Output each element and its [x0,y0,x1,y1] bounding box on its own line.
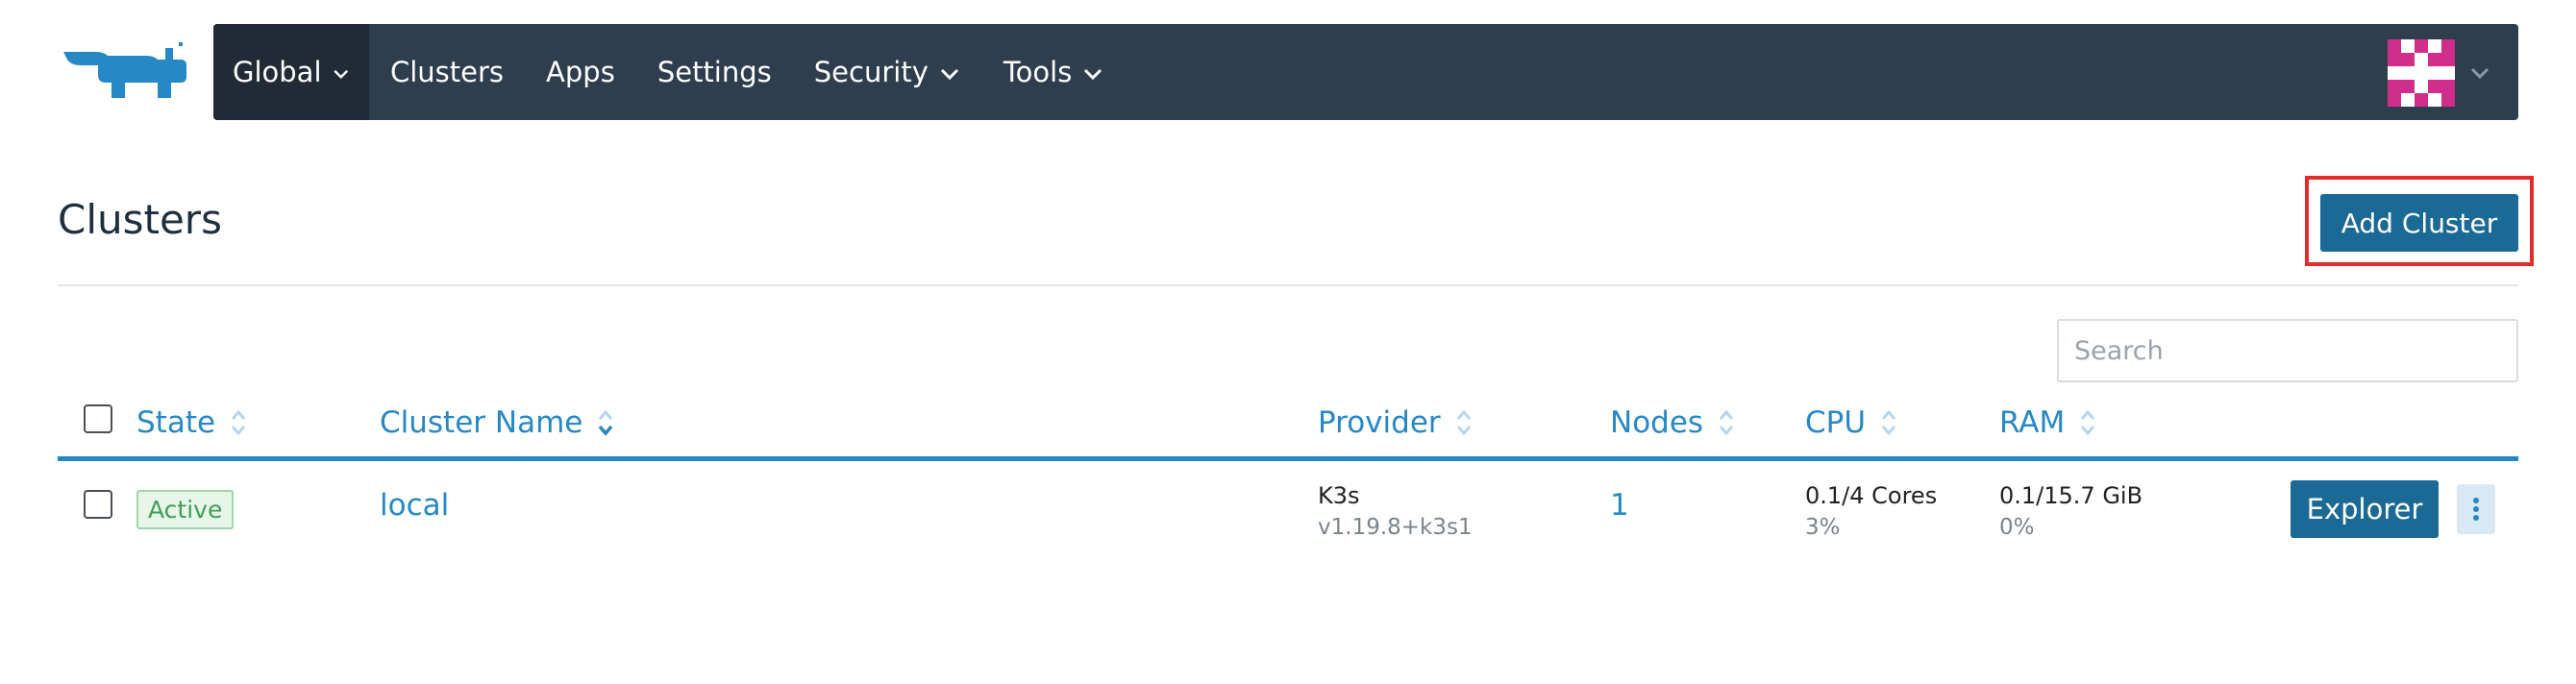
column-label: CPU [1805,405,1867,440]
provider-name: K3s [1318,482,1360,509]
top-navigation-bar: Global Clusters Apps Settings Security T… [213,24,2518,120]
page-title: Clusters [58,196,222,243]
table-row: Active local K3s v1.19.8+k3s1 1 0.1/4 Co… [58,461,2518,557]
column-header-state[interactable]: State [136,405,248,440]
nav-apps-label: Apps [546,56,615,88]
column-label: Nodes [1610,405,1704,440]
sort-descending-icon [599,409,613,436]
nodes-count-link[interactable]: 1 [1610,488,1629,523]
column-header-ram[interactable]: RAM [1999,405,2097,440]
select-all-checkbox[interactable] [84,404,112,433]
chevron-down-icon [940,68,958,81]
search-input[interactable] [2057,319,2518,382]
chevron-down-icon [2470,67,2489,80]
cluster-name-link[interactable]: local [380,488,449,523]
cpu-usage: 0.1/4 Cores [1805,482,1938,509]
user-menu[interactable] [2388,39,2491,107]
column-header-provider[interactable]: Provider [1318,405,1474,440]
rancher-logo-icon[interactable] [58,38,192,106]
status-badge: Active [136,490,235,529]
cpu-percent: 3% [1805,515,1841,540]
row-actions-button[interactable] [2457,484,2495,534]
table-header: State Cluster Name Provider Nodes CPU RA… [58,394,2518,461]
column-header-nodes[interactable]: Nodes [1610,405,1736,440]
sort-icon [231,409,246,436]
row-select-checkbox[interactable] [84,490,112,519]
ram-percent: 0% [1999,515,2035,540]
column-label: RAM [1999,405,2066,440]
nav-security-label: Security [813,56,929,88]
column-header-cluster-name[interactable]: Cluster Name [380,405,615,440]
provider-version: v1.19.8+k3s1 [1318,515,1473,540]
nav-settings-label: Settings [656,56,772,88]
column-label: State [136,405,216,440]
user-avatar-identicon [2388,39,2455,107]
sort-icon [1881,409,1896,436]
sort-icon [1719,409,1734,436]
nav-clusters-label: Clusters [390,56,505,88]
chevron-down-icon [333,69,348,79]
nav-clusters-link[interactable]: Clusters [369,24,525,120]
nav-security-dropdown[interactable]: Security [793,24,982,120]
column-label: Provider [1318,405,1441,440]
add-cluster-button[interactable]: Add Cluster [2320,194,2518,252]
nav-apps-link[interactable]: Apps [525,24,636,120]
header-divider [58,284,2518,286]
column-header-cpu[interactable]: CPU [1805,405,1898,440]
explorer-button[interactable]: Explorer [2291,480,2439,538]
column-label: Cluster Name [380,405,583,440]
ram-usage: 0.1/15.7 GiB [1999,482,2143,509]
sort-icon [1456,409,1471,436]
vertical-ellipsis-icon [2473,498,2479,521]
nav-global-dropdown[interactable]: Global [213,24,369,120]
nav-tools-label: Tools [1003,56,1073,88]
nav-tools-dropdown[interactable]: Tools [982,24,1126,120]
sort-icon [2081,409,2095,436]
nav-global-label: Global [233,56,322,88]
nav-settings-link[interactable]: Settings [636,24,793,120]
chevron-down-icon [1084,68,1102,81]
